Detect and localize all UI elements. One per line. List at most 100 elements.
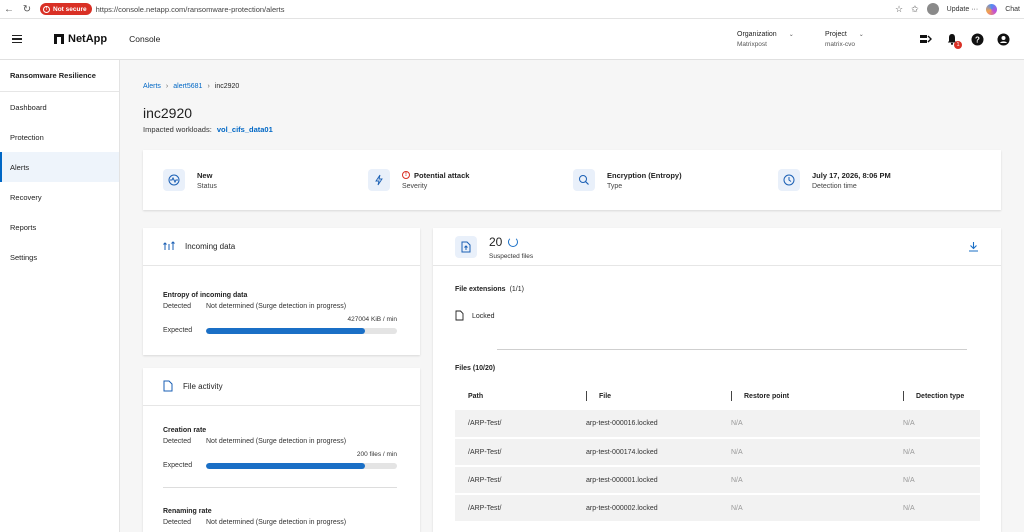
star-icon[interactable]: ☆: [895, 4, 903, 15]
organization-label: Organization: [737, 30, 777, 38]
sidebar-item-protection[interactable]: Protection: [0, 122, 119, 152]
type-value: Encryption (Entropy): [607, 170, 682, 180]
lightning-icon: [368, 169, 390, 191]
workloads-icon[interactable]: [919, 33, 932, 46]
severity-value: Potential attack: [414, 170, 470, 180]
path-cell: /ARP-Test/: [455, 438, 573, 467]
detected-value: Not determined (Surge detection in progr…: [206, 438, 347, 445]
column-header-file[interactable]: File: [573, 382, 718, 410]
clock-icon: [778, 169, 800, 191]
divider: [163, 487, 397, 488]
breadcrumb-alert[interactable]: alert5681: [173, 83, 202, 90]
breadcrumb-alerts[interactable]: Alerts: [143, 83, 161, 90]
chat-label[interactable]: Chat: [1005, 6, 1020, 13]
restore-point-cell: N/A: [718, 466, 890, 495]
table-row[interactable]: /ARP-Test/ arp-test-000001.locked N/A N/…: [455, 466, 980, 495]
column-header-path[interactable]: Path: [455, 382, 573, 410]
loading-spinner-icon: [508, 236, 519, 247]
file-activity-title: File activity: [183, 382, 223, 391]
impacted-workloads-label: Impacted workloads:: [143, 125, 212, 134]
favorites-icon[interactable]: ✩: [911, 4, 919, 15]
netapp-logo-mark: [54, 34, 64, 44]
alert-summary-card: New Status ! Potential attack Severity En…: [143, 150, 1001, 210]
type-label: Type: [607, 182, 623, 190]
reload-icon[interactable]: ↻: [18, 0, 36, 19]
file-activity-icon: [163, 380, 173, 394]
brand-name: NetApp: [68, 33, 108, 45]
address-bar[interactable]: https://console.netapp.com/ransomware-pr…: [96, 5, 895, 14]
app-header: NetApp Console Organization ⌄ Matrixpost …: [0, 19, 1024, 60]
file-activity-card: File activity Creation rate Detected Not…: [143, 368, 420, 532]
file-cell: arp-test-000174.locked: [573, 438, 718, 467]
creation-progress-fill: [206, 462, 365, 469]
svg-text:?: ?: [975, 35, 980, 44]
detected-label: Detected: [163, 303, 192, 310]
download-icon[interactable]: [968, 241, 979, 255]
suspected-files-count: 20: [489, 234, 503, 249]
incoming-data-icon: [163, 240, 175, 253]
alert-circle-icon: !: [402, 171, 410, 179]
extension-chip[interactable]: Locked: [455, 310, 495, 323]
notification-count-badge: 1: [954, 40, 962, 49]
status-summary: New Status: [143, 169, 348, 191]
pulse-icon: [163, 169, 185, 191]
table-header-row: Path File Restore point Detection type: [455, 382, 980, 410]
type-summary: Encryption (Entropy) Type: [553, 169, 758, 191]
copilot-icon[interactable]: [986, 3, 998, 15]
detected-label: Detected: [163, 438, 192, 445]
menu-icon[interactable]: [12, 34, 22, 44]
column-header-detection-type[interactable]: Detection type: [890, 382, 980, 410]
netapp-logo: NetApp: [54, 33, 107, 45]
detection-type-cell: N/A: [890, 438, 980, 467]
column-header-restore-point[interactable]: Restore point: [718, 382, 890, 410]
table-row[interactable]: /ARP-Test/ arp-test-000002.locked N/A N/…: [455, 494, 980, 523]
expected-label: Expected: [163, 327, 193, 334]
organization-value: Matrixpost: [737, 40, 767, 48]
severity-summary: ! Potential attack Severity: [348, 169, 553, 191]
files-table: Path File Restore point Detection type /…: [455, 382, 980, 523]
project-label: Project: [825, 30, 847, 38]
file-icon: [455, 310, 464, 323]
detection-time-label: Detection time: [812, 182, 857, 190]
path-cell: /ARP-Test/: [455, 466, 573, 495]
page-title: inc2920: [143, 105, 193, 121]
sidebar-item-reports[interactable]: Reports: [0, 212, 119, 242]
file-extensions-title: File extensions: [455, 286, 506, 293]
back-icon[interactable]: ←: [0, 0, 18, 19]
profile-avatar[interactable]: [926, 3, 939, 15]
help-icon[interactable]: ?: [971, 33, 984, 46]
chevron-down-icon: ⌄: [858, 31, 864, 38]
organization-selector[interactable]: Organization ⌄ Matrixpost: [737, 31, 825, 48]
impacted-workload-link[interactable]: vol_cifs_data01: [217, 125, 273, 134]
security-label: Not secure: [53, 5, 87, 13]
sidebar-item-alerts[interactable]: Alerts: [0, 152, 119, 182]
incoming-data-title: Incoming data: [185, 242, 236, 251]
restore-point-cell: N/A: [718, 410, 890, 439]
encryption-icon: [573, 169, 595, 191]
entropy-progress-fill: [206, 327, 365, 334]
creation-rate-value: 200 files / min: [356, 451, 397, 458]
console-label: Console: [129, 34, 161, 44]
file-cell: arp-test-000001.locked: [573, 466, 718, 495]
restore-point-cell: N/A: [718, 494, 890, 523]
detected-value: Not determined (Surge detection in progr…: [206, 519, 347, 526]
sidebar-item-dashboard[interactable]: Dashboard: [0, 92, 119, 122]
chevron-right-icon: ›: [165, 83, 169, 90]
chevron-right-icon: ›: [207, 83, 210, 90]
entropy-title: Entropy of incoming data: [163, 292, 248, 299]
table-row[interactable]: /ARP-Test/ arp-test-000174.locked N/A N/…: [455, 438, 980, 467]
restore-point-cell: N/A: [718, 438, 890, 467]
detection-type-cell: N/A: [890, 466, 980, 495]
sidebar: Ransomware Resilience Dashboard Protecti…: [0, 60, 120, 532]
sidebar-item-settings[interactable]: Settings: [0, 242, 119, 272]
breadcrumb-current: inc2920: [214, 83, 240, 90]
user-account-icon[interactable]: [997, 33, 1010, 46]
notifications-icon[interactable]: 1: [945, 33, 962, 49]
sidebar-item-recovery[interactable]: Recovery: [0, 182, 119, 212]
security-badge[interactable]: ! Not secure: [40, 3, 92, 15]
expected-label: Expected: [163, 462, 193, 469]
table-row[interactable]: /ARP-Test/ arp-test-000016.locked N/A N/…: [455, 410, 980, 439]
update-button[interactable]: Update ···: [947, 6, 979, 13]
project-selector[interactable]: Project ⌄ matrix-cvo: [825, 31, 913, 48]
incoming-data-card: Incoming data Entropy of incoming data D…: [143, 228, 420, 355]
